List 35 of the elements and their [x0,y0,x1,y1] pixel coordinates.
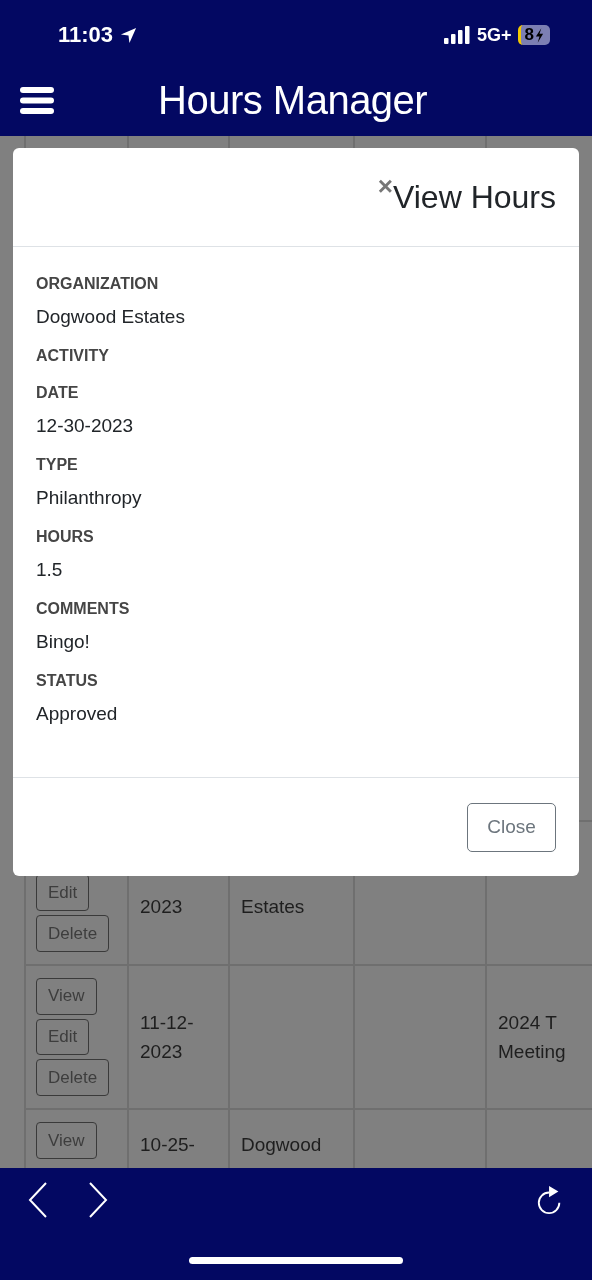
network-label: 5G+ [477,24,512,46]
field-value: 1.5 [36,559,64,581]
field-label: DATE [36,384,80,402]
field-label: COMMENTS [36,600,131,618]
field-label: ORGANIZATION [36,275,160,293]
dialog-title: View Hours [392,178,556,216]
battery-indicator: 8 [517,25,550,45]
field-value: Dogwood Estates [36,306,186,328]
forward-icon[interactable] [88,1182,108,1218]
back-icon[interactable] [28,1182,48,1218]
field-label: ACTIVITY [36,347,110,365]
table-cell-text: 2023 [140,895,183,919]
close-button[interactable]: Close [467,802,556,852]
location-arrow-icon [119,25,139,45]
table-cell-text: Estates [241,895,305,919]
field-value: Bingo! [36,631,91,653]
app-title: Hours Manager [158,77,428,123]
table-cell-text: 11-12- 2023 [140,1011,194,1064]
table-action-button[interactable]: Edit [36,1018,90,1056]
table-cell-text: Dogwood [241,1133,322,1157]
table-action-button[interactable]: Delete [36,915,110,952]
menu-icon[interactable] [20,86,54,114]
field-label: STATUS [36,672,99,690]
signal-icon [443,26,471,44]
field-value: Philanthropy [36,487,143,509]
field-label: HOURS [36,528,95,546]
table-action-button[interactable]: Delete [36,1059,110,1096]
table-cell-text: 2024 T Meeting [498,1011,566,1064]
clock-time: 11:03 [58,22,114,48]
field-label: TYPE [36,456,79,474]
field-value: 12-30-2023 [36,415,135,437]
table-action-button[interactable]: View [36,978,97,1015]
table-cell-text: 10-25- [140,1133,195,1157]
field-value: Approved [36,703,119,725]
table-action-button[interactable]: View [36,1122,97,1159]
